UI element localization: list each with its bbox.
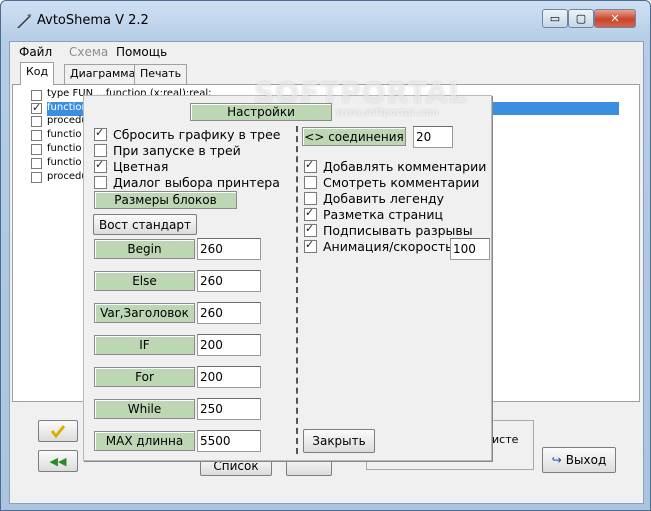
option-start-in-tray[interactable]: При запуске в трей (94, 142, 294, 158)
code-item-checkbox[interactable] (31, 116, 42, 127)
block-value-var[interactable]: 260 (197, 302, 261, 324)
menu-scheme[interactable]: Схема (69, 45, 108, 59)
block-value-while[interactable]: 250 (197, 398, 261, 420)
option-label: Диалог выбора принтера (113, 174, 280, 190)
option-checkbox[interactable] (304, 206, 317, 221)
exit-icon: ↪ (551, 453, 562, 467)
option-checkbox[interactable] (304, 158, 317, 173)
block-label-else: Else (94, 271, 195, 291)
check-button[interactable] (38, 420, 78, 442)
panel-divider (296, 126, 298, 454)
option-add-legend[interactable]: Добавить легенду (304, 190, 490, 206)
option-checkbox[interactable] (94, 126, 107, 141)
exit-button[interactable]: ↪ Выход (542, 447, 616, 473)
window-title: AvtoShema V 2.2 (37, 13, 149, 28)
list-item[interactable]: functio (47, 157, 82, 171)
restore-default-button[interactable]: Вост стандарт (93, 214, 197, 235)
code-item-checkbox[interactable] (31, 144, 42, 155)
watermark-brand: SOFTPORTAL (254, 76, 468, 109)
code-item-checkbox[interactable] (31, 158, 42, 169)
block-value-if[interactable]: 200 (197, 334, 261, 356)
option-add-comments[interactable]: Добавлять комментарии (304, 158, 490, 174)
double-left-arrow-icon: ◀◀ (49, 454, 67, 468)
list-item[interactable]: functio (47, 129, 82, 143)
option-label: Цветная (113, 158, 169, 174)
connections-label: <> соединения (302, 127, 406, 146)
option-checkbox[interactable] (94, 175, 107, 189)
minimize-icon: ▭ (549, 12, 561, 25)
animation-speed-value[interactable]: 100 (450, 238, 490, 260)
back-button[interactable]: ◀◀ (38, 450, 78, 472)
close-window-button[interactable]: ✕ (594, 9, 636, 28)
tab-code[interactable]: Код (20, 62, 55, 85)
block-label-for: For (94, 367, 195, 387)
block-value-begin[interactable]: 260 (197, 238, 261, 260)
watermark-url: www.softportal.com (336, 108, 439, 118)
block-label-begin: Begin (94, 239, 195, 259)
option-label: Сбросить графику в трее (113, 126, 281, 142)
option-checkbox[interactable] (94, 143, 107, 157)
code-item-checkbox[interactable] (31, 90, 42, 101)
block-value-else[interactable]: 260 (197, 270, 261, 292)
title-bar[interactable]: AvtoShema V 2.2 ▭ ▢ ✕ (1, 1, 651, 41)
option-label: Подписывать разрывы (323, 222, 473, 238)
block-sizes-label: Размеры блоков (94, 191, 237, 209)
menu-help[interactable]: Помощь (116, 45, 167, 59)
settings-panel: Настройки Сбросить графику в трее При за… (83, 95, 492, 461)
option-checkbox[interactable] (94, 158, 107, 173)
list-item[interactable]: procedu (47, 171, 88, 185)
option-label: Анимация/скорость (323, 238, 453, 254)
option-checkbox[interactable] (304, 238, 317, 253)
left-options: Сбросить графику в трее При запуске в тр… (94, 126, 294, 190)
block-label-max-length: MAX длинна (94, 431, 195, 451)
block-label-while: While (94, 399, 195, 419)
option-label: Добавлять комментарии (323, 158, 487, 174)
settings-close-button[interactable]: Закрыть (303, 429, 375, 453)
list-item[interactable]: function (47, 102, 88, 116)
option-view-comments[interactable]: Смотреть комментарии (304, 174, 490, 190)
option-printer-dialog[interactable]: Диалог выбора принтера (94, 174, 294, 190)
minimize-button[interactable]: ▭ (542, 9, 568, 28)
option-reset-graphics[interactable]: Сбросить графику в трее (94, 126, 294, 142)
block-label-if: IF (94, 335, 195, 355)
option-checkbox[interactable] (304, 191, 317, 205)
option-page-markup[interactable]: Разметка страниц (304, 206, 490, 222)
menu-bar: Файл Схема Помощь (10, 42, 643, 62)
exit-label: Выход (565, 453, 607, 467)
checkmark-icon (50, 425, 66, 438)
list-item[interactable]: functio (47, 143, 82, 157)
block-value-for[interactable]: 200 (197, 366, 261, 388)
code-item-checkbox[interactable] (31, 172, 42, 183)
tab-diagram[interactable]: Диаграмма (64, 64, 142, 84)
restore-icon: ▢ (575, 12, 587, 25)
option-label: При запуске в трей (113, 142, 241, 158)
list-item[interactable]: procedu (47, 115, 88, 129)
option-label: Смотреть комментарии (323, 174, 480, 190)
option-label: Добавить легенду (323, 190, 445, 206)
code-item-checkbox[interactable] (31, 130, 42, 141)
restore-button[interactable]: ▢ (568, 9, 594, 28)
block-value-max-length[interactable]: 5500 (197, 430, 261, 452)
close-icon: ✕ (610, 12, 620, 25)
tab-print[interactable]: Печать (134, 64, 188, 84)
option-sign-breaks[interactable]: Подписывать разрывы (304, 222, 490, 238)
code-item-checkbox[interactable] (31, 101, 42, 115)
option-label: Разметка страниц (323, 206, 443, 222)
block-label-var: Var,Заголовок (94, 303, 195, 323)
connections-value[interactable]: 20 (413, 126, 453, 148)
option-colored[interactable]: Цветная (94, 158, 294, 174)
option-checkbox[interactable] (304, 175, 317, 189)
feather-pen-icon (17, 14, 31, 28)
option-checkbox[interactable] (304, 222, 317, 237)
menu-file[interactable]: Файл (19, 45, 52, 59)
